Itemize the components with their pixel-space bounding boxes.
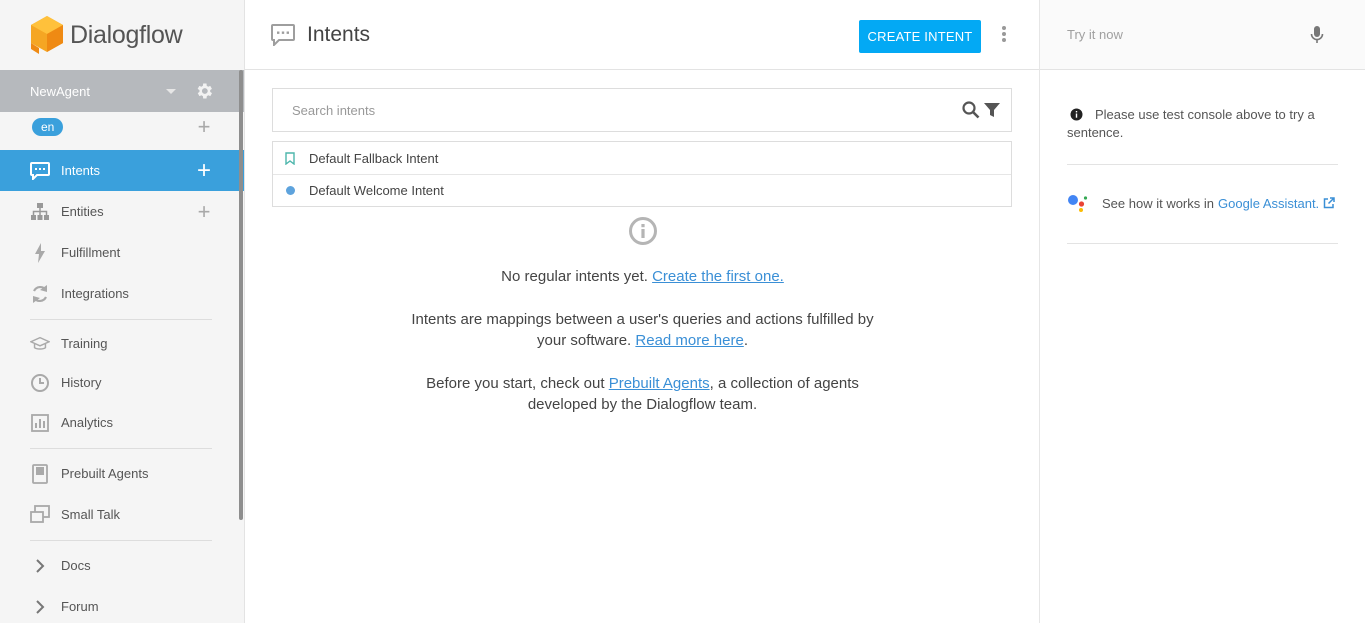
intent-name: Default Fallback Intent <box>309 150 439 166</box>
create-first-intent-link[interactable]: Create the first one. <box>652 268 784 285</box>
sidebar-nav-tertiary: Prebuilt Agents Small Talk <box>0 453 244 535</box>
page-title: Intents <box>307 22 371 46</box>
info-icon <box>1070 108 1083 121</box>
sidebar-item-label: Integrations <box>61 286 129 301</box>
sidebar-item-label: Prebuilt Agents <box>61 466 149 481</box>
sidebar-item-intents[interactable]: Intents + <box>0 150 244 191</box>
add-language-icon[interactable]: + <box>194 116 214 138</box>
clock-icon <box>30 373 50 393</box>
language-row: en + <box>0 108 244 146</box>
agent-name: NewAgent <box>30 83 90 99</box>
logo[interactable]: Dialogflow <box>0 0 244 70</box>
empty-text: No regular intents yet. <box>501 268 648 285</box>
main-panel: Intents CREATE INTENT Default Fallback I… <box>245 0 1040 623</box>
microphone-icon[interactable] <box>1309 25 1325 45</box>
caret-down-icon[interactable] <box>166 88 176 94</box>
prebuilt-agents-link[interactable]: Prebuilt Agents <box>609 375 710 392</box>
chat-icon <box>30 161 50 181</box>
graduation-cap-icon <box>30 334 50 354</box>
divider <box>30 448 212 449</box>
sidebar-item-label: Fulfillment <box>61 245 121 260</box>
info-icon <box>628 217 657 245</box>
sidebar-nav: Intents + Entities + Fulfillment Integra… <box>0 150 244 314</box>
google-assistant-icon <box>1068 195 1088 212</box>
search-actions <box>962 101 1000 119</box>
intents-chat-icon <box>271 23 295 46</box>
sync-icon <box>30 284 50 304</box>
gear-icon[interactable] <box>194 81 214 101</box>
sidebar-item-history[interactable]: History <box>0 363 244 402</box>
description-end: . <box>743 332 748 349</box>
external-link-icon[interactable] <box>1323 197 1335 209</box>
sidebar-item-fulfillment[interactable]: Fulfillment <box>0 232 244 273</box>
sidebar-item-label: Training <box>61 336 108 351</box>
sidebar-item-label: History <box>61 375 102 390</box>
list-item[interactable]: Default Welcome Intent <box>273 174 1011 206</box>
sidebar-item-label: Entities <box>61 204 104 219</box>
brand-name: Dialogflow <box>70 20 183 49</box>
sidebar-scrollbar[interactable] <box>239 70 243 520</box>
sidebar-item-docs[interactable]: Docs <box>0 545 244 586</box>
test-console: Please use test console above to try a s… <box>1040 0 1365 623</box>
create-intent-button[interactable]: CREATE INTENT <box>859 20 981 53</box>
intent-list: Default Fallback Intent Default Welcome … <box>272 141 1012 207</box>
sidebar-nav-links: Docs Forum <box>0 545 244 623</box>
search-input[interactable] <box>292 102 962 118</box>
console-info-text: Please use test console above to try a s… <box>1067 107 1315 140</box>
chevron-right-icon <box>30 556 50 576</box>
empty-message: No regular intents yet. Create the first… <box>245 266 1040 287</box>
ga-text: See how it works in <box>1102 195 1214 211</box>
try-it-input[interactable] <box>1067 27 1309 42</box>
filter-icon[interactable] <box>984 102 1000 118</box>
sidebar-nav-secondary: Training History Analytics <box>0 324 244 443</box>
dot-icon <box>283 184 297 198</box>
chevron-right-icon <box>30 597 50 617</box>
dialogflow-logo-icon <box>31 16 63 54</box>
sidebar-item-analytics[interactable]: Analytics <box>0 402 244 443</box>
sidebar-item-training[interactable]: Training <box>0 324 244 363</box>
prebuilt-text: Before you start, check out <box>426 375 605 392</box>
agent-selector[interactable]: NewAgent <box>0 70 244 112</box>
more-options-icon[interactable] <box>1000 26 1008 42</box>
console-info: Please use test console above to try a s… <box>1067 106 1338 165</box>
list-item[interactable]: Default Fallback Intent <box>273 142 1011 174</box>
main-header: Intents CREATE INTENT <box>245 0 1039 70</box>
empty-state: No regular intents yet. Create the first… <box>245 216 1040 415</box>
try-it-bar <box>1040 0 1365 70</box>
sidebar-item-label: Intents <box>61 163 101 178</box>
prebuilt-note: Before you start, check out Prebuilt Age… <box>408 373 878 415</box>
sidebar-item-prebuilt-agents[interactable]: Prebuilt Agents <box>0 453 244 494</box>
bar-chart-icon <box>30 413 50 433</box>
sidebar-item-forum[interactable]: Forum <box>0 586 244 623</box>
add-intent-icon[interactable]: + <box>194 158 214 183</box>
read-more-link[interactable]: Read more here <box>635 332 743 349</box>
sidebar-item-label: Forum <box>61 599 99 614</box>
sidebar-item-small-talk[interactable]: Small Talk <box>0 494 244 535</box>
book-icon <box>30 463 50 484</box>
divider <box>30 540 212 541</box>
language-badge[interactable]: en <box>32 118 64 136</box>
google-assistant-link[interactable]: Google Assistant. <box>1218 196 1319 211</box>
sidebar: Dialogflow NewAgent en + Intents + Entit… <box>0 0 245 623</box>
sidebar-item-label: Analytics <box>61 415 114 430</box>
search-icon[interactable] <box>962 101 980 119</box>
bookmark-icon <box>283 151 297 165</box>
search-bar <box>272 88 1012 132</box>
sidebar-item-label: Small Talk <box>61 507 121 522</box>
add-entity-icon[interactable]: + <box>194 200 214 223</box>
chat-bubbles-icon <box>30 504 50 525</box>
hierarchy-icon <box>30 202 50 222</box>
google-assistant-promo: See how it works in Google Assistant. <box>1067 193 1338 244</box>
sidebar-item-label: Docs <box>61 558 91 573</box>
intents-description: Intents are mappings between a user's qu… <box>408 309 878 351</box>
sidebar-item-entities[interactable]: Entities + <box>0 191 244 232</box>
bolt-icon <box>30 242 50 263</box>
intent-name: Default Welcome Intent <box>309 183 444 198</box>
sidebar-item-integrations[interactable]: Integrations <box>0 273 244 314</box>
divider <box>30 319 212 320</box>
